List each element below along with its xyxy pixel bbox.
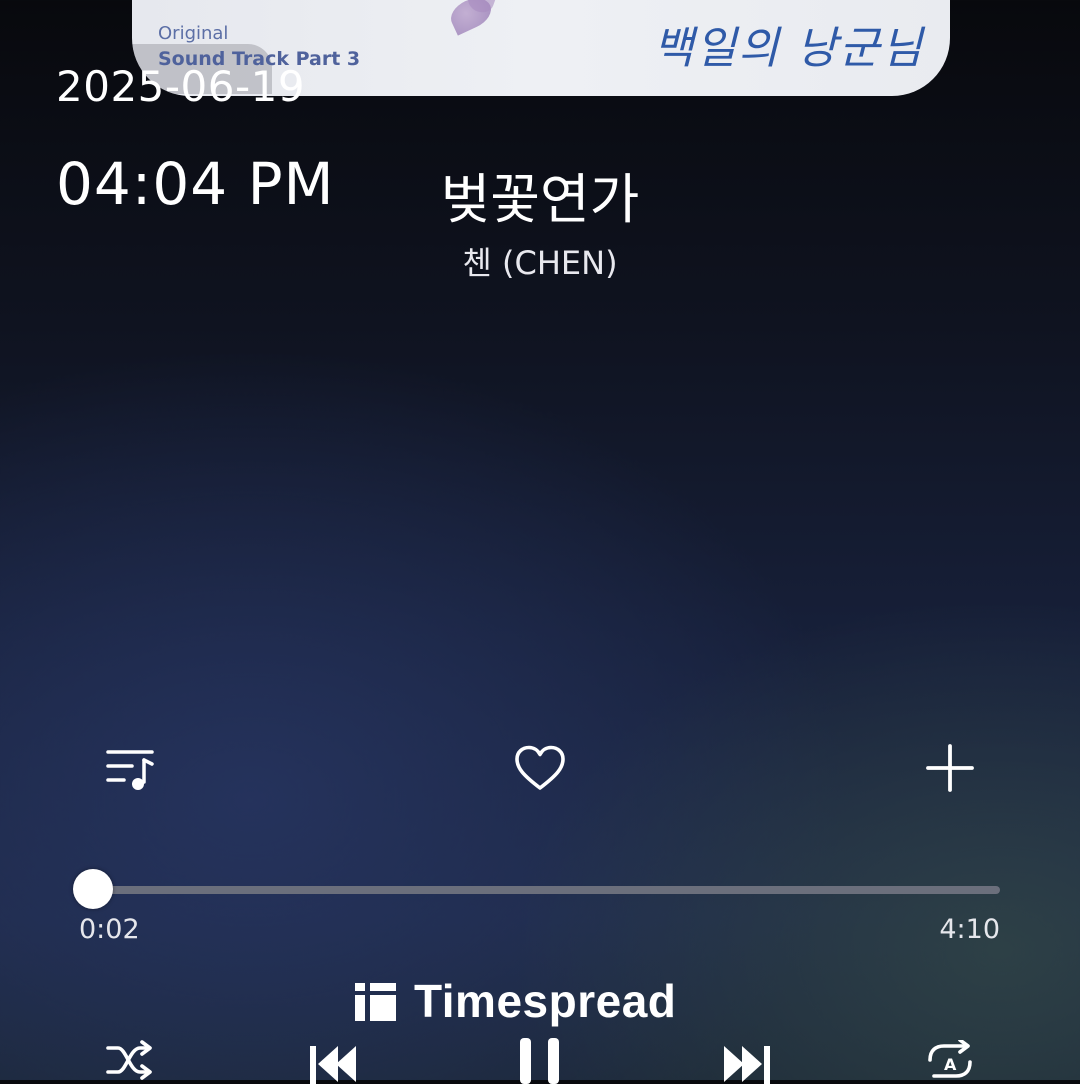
shuffle-icon	[106, 1040, 152, 1080]
elapsed-time: 0:02	[79, 914, 140, 945]
progress-track[interactable]	[86, 886, 1000, 894]
shuffle-button[interactable]	[104, 1040, 156, 1080]
overlay-date: 2025-06-19	[56, 62, 306, 111]
svg-text:A: A	[944, 1055, 957, 1074]
watermark: Timespread	[354, 974, 676, 1028]
queue-button[interactable]	[100, 740, 160, 800]
next-button[interactable]	[718, 1044, 774, 1084]
heart-outline-icon	[515, 745, 565, 790]
timespread-logo-icon	[355, 983, 396, 1021]
skip-previous-icon	[310, 1046, 356, 1084]
song-title: 벚꽃연가	[440, 168, 640, 231]
progress-thumb[interactable]	[73, 869, 114, 909]
total-duration: 4:10	[939, 914, 1000, 945]
add-to-playlist-button[interactable]	[922, 740, 978, 796]
playlist-music-icon	[106, 750, 154, 790]
album-art-ost-label: Original	[158, 23, 229, 44]
repeat-auto-icon: A	[928, 1040, 972, 1078]
watermark-text: Timespread	[414, 975, 677, 1027]
repeat-button[interactable]: A	[922, 1040, 978, 1080]
like-button[interactable]	[510, 740, 570, 796]
skip-next-icon	[724, 1046, 770, 1084]
plus-icon	[926, 744, 974, 792]
artist-name[interactable]: 첸 (CHEN)	[0, 238, 1080, 284]
pause-icon	[520, 1038, 559, 1084]
play-pause-button[interactable]	[514, 1036, 566, 1084]
album-art-title: 백일의 낭군님	[653, 23, 924, 74]
previous-button[interactable]	[306, 1044, 362, 1084]
